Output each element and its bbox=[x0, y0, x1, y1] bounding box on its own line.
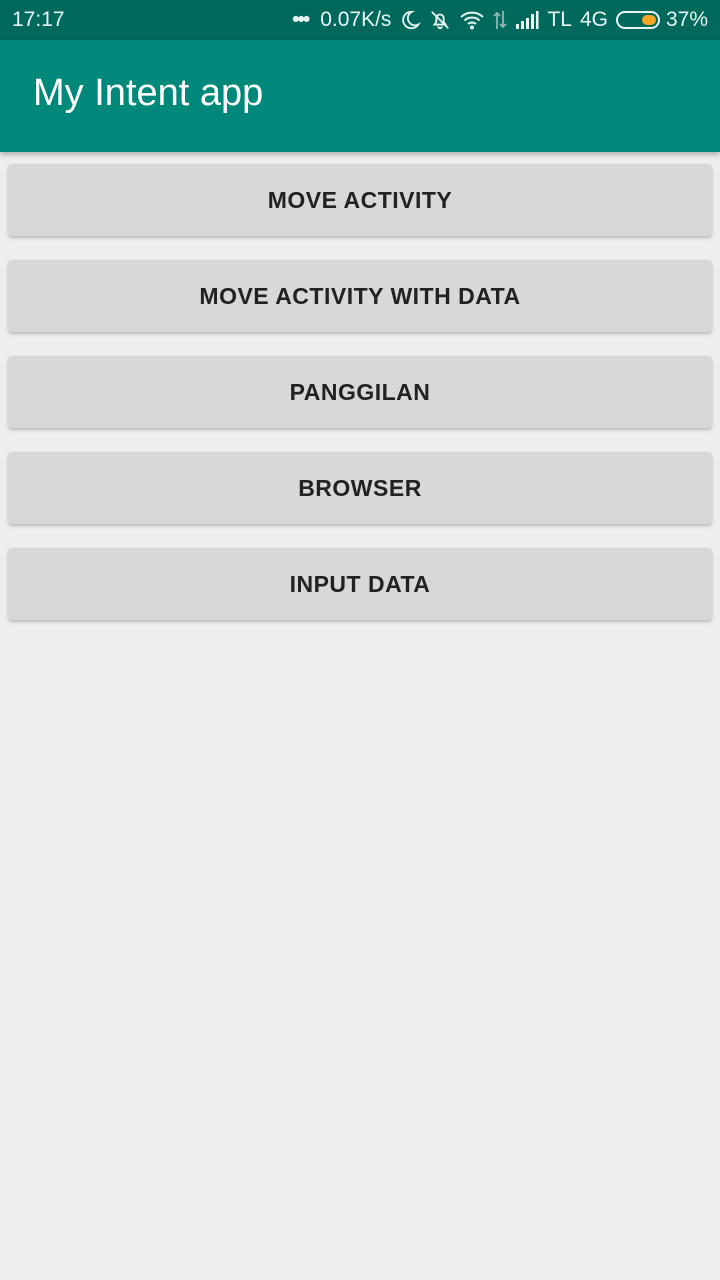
panggilan-button[interactable]: PANGGILAN bbox=[8, 356, 712, 428]
battery-percent: 37% bbox=[665, 8, 708, 31]
browser-button[interactable]: BROWSER bbox=[8, 452, 712, 524]
status-bar: 17:17 ••• 0.07K/s TL 4G 37% bbox=[0, 0, 720, 40]
battery-indicator: 37% bbox=[615, 8, 708, 32]
network-speed: 0.07K/s bbox=[320, 8, 392, 31]
battery-fill bbox=[641, 15, 656, 25]
status-icons: ••• 0.07K/s TL 4G 37% bbox=[292, 8, 708, 32]
more-dots-icon: ••• bbox=[292, 8, 310, 31]
move-activity-button[interactable]: MOVE ACTIVITY bbox=[8, 164, 712, 236]
moon-icon bbox=[399, 9, 422, 31]
network-type: 4G bbox=[579, 8, 608, 31]
data-arrows-icon bbox=[493, 9, 508, 31]
carrier-label: TL bbox=[547, 8, 572, 31]
wifi-icon bbox=[459, 9, 485, 31]
battery-icon bbox=[615, 11, 660, 29]
status-time: 17:17 bbox=[12, 8, 65, 31]
app-title: My Intent app bbox=[33, 71, 264, 114]
app-bar: My Intent app bbox=[0, 40, 720, 152]
signal-icon bbox=[515, 10, 539, 30]
move-activity-with-data-button[interactable]: MOVE ACTIVITY WITH DATA bbox=[8, 260, 712, 332]
bell-muted-icon bbox=[429, 9, 451, 31]
button-list: MOVE ACTIVITY MOVE ACTIVITY WITH DATA PA… bbox=[8, 164, 712, 644]
input-data-button[interactable]: INPUT DATA bbox=[8, 548, 712, 620]
